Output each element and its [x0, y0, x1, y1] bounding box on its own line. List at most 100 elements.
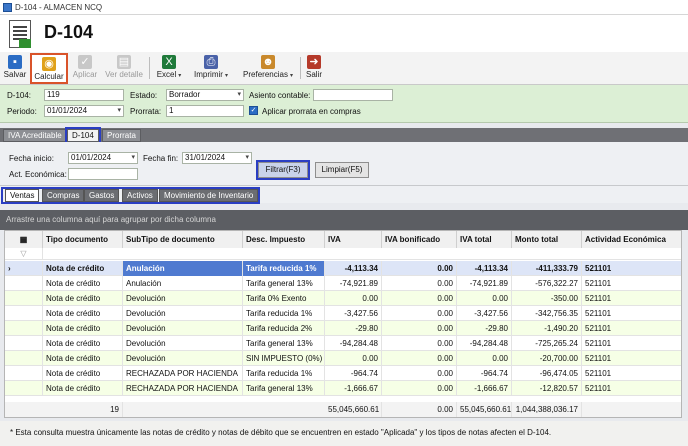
row-indicator[interactable]: › [5, 261, 43, 276]
cell-actividad-economica[interactable]: 521101 [582, 276, 681, 291]
exit-button[interactable]: ➜ Salir [303, 53, 325, 84]
cell-desc-impuesto[interactable]: Tarifa general 13% [243, 276, 325, 291]
cell-desc-impuesto[interactable]: Tarifa reducida 1% [243, 306, 325, 321]
cell-iva-total[interactable]: -1,666.67 [457, 381, 512, 396]
act-economica-field[interactable] [68, 168, 138, 180]
fecha-inicio-select[interactable]: 01/01/2024 [68, 152, 138, 164]
prorrata-field[interactable]: 1 [166, 105, 244, 117]
table-row[interactable]: Nota de crédito Devolución SIN IMPUESTO (0… [5, 351, 681, 366]
tab-movimiento-inventario[interactable]: Movimiento de Inventario [159, 189, 259, 202]
cell-iva-total[interactable]: -94,284.48 [457, 336, 512, 351]
fecha-fin-select[interactable]: 31/01/2024 [182, 152, 252, 164]
cell-iva-bonificado[interactable]: 0.00 [382, 336, 457, 351]
cell-iva[interactable]: -29.80 [325, 321, 382, 336]
cell-tipo-documento[interactable]: Nota de crédito [43, 321, 123, 336]
d104-field[interactable]: 119 [44, 89, 124, 101]
cell-subtipo-documento[interactable]: Anulación [123, 261, 243, 276]
print-button[interactable]: ⎙ Imprimir ▾ [188, 53, 234, 84]
cell-monto-total[interactable]: -725,265.24 [512, 336, 582, 351]
tab-gastos[interactable]: Gastos [84, 189, 120, 202]
cell-subtipo-documento[interactable]: Devolución [123, 336, 243, 351]
cell-monto-total[interactable]: -12,820.57 [512, 381, 582, 396]
cell-monto-total[interactable]: -350.00 [512, 291, 582, 306]
col-iva-total[interactable]: IVA total [457, 231, 512, 248]
cell-monto-total[interactable]: -342,756.35 [512, 306, 582, 321]
col-actividad-economica[interactable]: Actividad Económica [582, 231, 681, 248]
cell-iva[interactable]: -74,921.89 [325, 276, 382, 291]
row-indicator[interactable] [5, 381, 43, 396]
tab-d104[interactable]: D-104 [65, 127, 101, 144]
cell-iva-bonificado[interactable]: 0.00 [382, 306, 457, 321]
cell-desc-impuesto[interactable]: SIN IMPUESTO (0%) [243, 351, 325, 366]
clear-button[interactable]: Limpiar(F5) [315, 162, 369, 178]
row-indicator[interactable] [5, 321, 43, 336]
cell-subtipo-documento[interactable]: Anulación [123, 276, 243, 291]
cell-iva[interactable]: -1,666.67 [325, 381, 382, 396]
asiento-field[interactable] [313, 89, 393, 101]
cell-actividad-economica[interactable]: 521101 [582, 261, 681, 276]
cell-desc-impuesto[interactable]: Tarifa reducida 2% [243, 321, 325, 336]
col-subtipo-documento[interactable]: SubTipo de documento [123, 231, 243, 248]
cell-tipo-documento[interactable]: Nota de crédito [43, 261, 123, 276]
tab-prorrata[interactable]: Prorrata [102, 129, 141, 142]
cell-actividad-economica[interactable]: 521101 [582, 366, 681, 381]
cell-subtipo-documento[interactable]: RECHAZADA POR HACIENDA [123, 381, 243, 396]
cell-tipo-documento[interactable]: Nota de crédito [43, 381, 123, 396]
cell-subtipo-documento[interactable]: Devolución [123, 321, 243, 336]
aplicar-prorrata-checkbox[interactable]: ✓ [249, 106, 258, 115]
group-by-bar[interactable]: Arrastre una columna aquí para agrupar p… [0, 210, 688, 230]
col-desc-impuesto[interactable]: Desc. Impuesto [243, 231, 325, 248]
cell-iva-bonificado[interactable]: 0.00 [382, 261, 457, 276]
preferences-button[interactable]: ☻ Preferencias ▾ [238, 53, 298, 84]
cell-subtipo-documento[interactable]: RECHAZADA POR HACIENDA [123, 366, 243, 381]
filter-row-icon[interactable]: ▽ [5, 248, 43, 260]
cell-monto-total[interactable]: -411,333.79 [512, 261, 582, 276]
row-indicator[interactable] [5, 351, 43, 366]
table-row[interactable]: › Nota de crédito Anulación Tarifa reducida… [5, 261, 681, 276]
cell-monto-total[interactable]: -96,474.05 [512, 366, 582, 381]
cell-iva[interactable]: 0.00 [325, 351, 382, 366]
cell-desc-impuesto[interactable]: Tarifa general 13% [243, 381, 325, 396]
cell-monto-total[interactable]: -576,322.27 [512, 276, 582, 291]
cell-iva-total[interactable]: -29.80 [457, 321, 512, 336]
cell-iva-bonificado[interactable]: 0.00 [382, 351, 457, 366]
cell-actividad-economica[interactable]: 521101 [582, 336, 681, 351]
row-indicator[interactable] [5, 336, 43, 351]
cell-iva[interactable]: -964.74 [325, 366, 382, 381]
cell-tipo-documento[interactable]: Nota de crédito [43, 366, 123, 381]
cell-subtipo-documento[interactable]: Devolución [123, 291, 243, 306]
filter-button[interactable]: Filtrar(F3) [256, 160, 310, 180]
cell-iva[interactable]: 0.00 [325, 291, 382, 306]
table-row[interactable]: Nota de crédito Devolución Tarifa 0% Exent… [5, 291, 681, 306]
cell-desc-impuesto[interactable]: Tarifa reducida 1% [243, 261, 325, 276]
cell-desc-impuesto[interactable]: Tarifa reducida 1% [243, 366, 325, 381]
cell-iva[interactable]: -4,113.34 [325, 261, 382, 276]
cell-iva-bonificado[interactable]: 0.00 [382, 291, 457, 306]
cell-iva-total[interactable]: -74,921.89 [457, 276, 512, 291]
cell-actividad-economica[interactable]: 521101 [582, 381, 681, 396]
cell-iva-bonificado[interactable]: 0.00 [382, 321, 457, 336]
cell-tipo-documento[interactable]: Nota de crédito [43, 306, 123, 321]
save-button[interactable]: ▪ Salvar [1, 53, 29, 84]
cell-iva[interactable]: -3,427.56 [325, 306, 382, 321]
col-iva[interactable]: IVA [325, 231, 382, 248]
view-detail-button[interactable]: ▤ Ver detalle [103, 53, 145, 84]
excel-button[interactable]: X Excel ▾ [153, 53, 185, 84]
cell-subtipo-documento[interactable]: Devolución [123, 351, 243, 366]
cell-iva-bonificado[interactable]: 0.00 [382, 366, 457, 381]
cell-tipo-documento[interactable]: Nota de crédito [43, 276, 123, 291]
row-indicator[interactable] [5, 291, 43, 306]
cell-iva-total[interactable]: -4,113.34 [457, 261, 512, 276]
table-row[interactable]: Nota de crédito RECHAZADA POR HACIENDA Tar… [5, 381, 681, 396]
cell-desc-impuesto[interactable]: Tarifa general 13% [243, 336, 325, 351]
row-indicator[interactable] [5, 306, 43, 321]
col-monto-total[interactable]: Monto total [512, 231, 582, 248]
tab-ventas[interactable]: Ventas [5, 189, 40, 202]
calculate-button[interactable]: ◉ Calcular [30, 53, 68, 84]
cell-actividad-economica[interactable]: 521101 [582, 351, 681, 366]
apply-button[interactable]: ✓ Aplicar [70, 53, 100, 84]
cell-subtipo-documento[interactable]: Devolución [123, 306, 243, 321]
cell-iva-bonificado[interactable]: 0.00 [382, 276, 457, 291]
tab-compras[interactable]: Compras [42, 189, 85, 202]
cell-iva-total[interactable]: -964.74 [457, 366, 512, 381]
